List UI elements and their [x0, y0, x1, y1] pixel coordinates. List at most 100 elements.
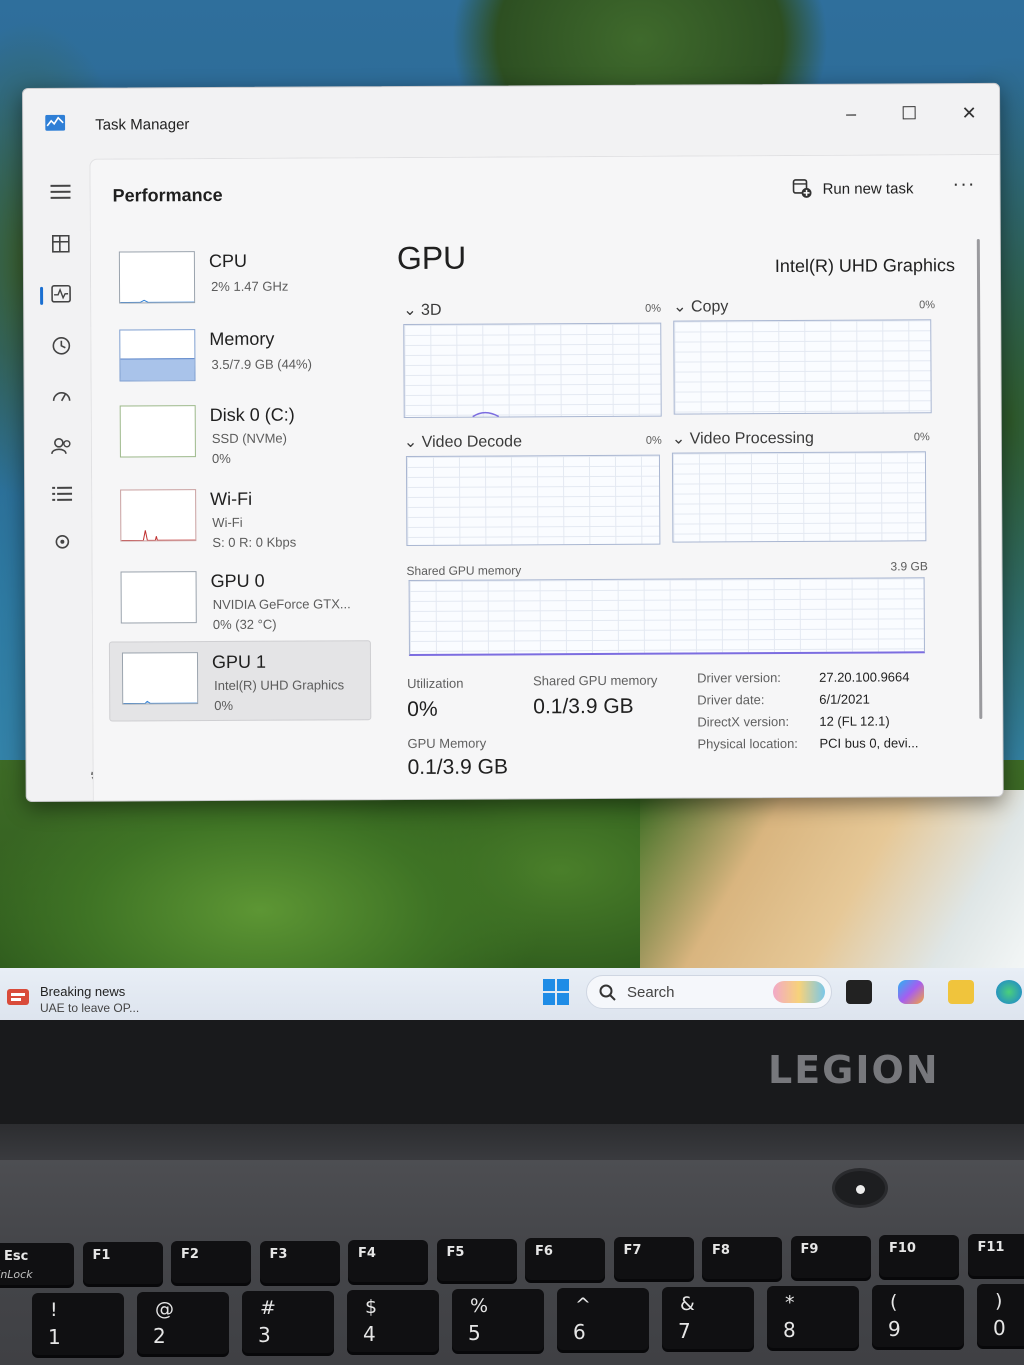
- key-5[interactable]: % 5: [452, 1289, 544, 1351]
- file-explorer-icon[interactable]: [948, 980, 974, 1004]
- memory-usage-fill: [120, 358, 195, 381]
- resource-name: Wi-Fi: [210, 488, 253, 510]
- resource-detail: 2% 1.47 GHz: [211, 278, 289, 295]
- resource-detail: Wi-Fi: [212, 514, 243, 531]
- gpu1-thumbnail-graph: [121, 652, 199, 705]
- key-f1[interactable]: F1: [82, 1242, 163, 1285]
- graph-copy: [673, 319, 932, 415]
- engine-selector-copy[interactable]: ⌄ Copy: [673, 296, 728, 316]
- memory-thumbnail-graph: [119, 329, 196, 382]
- resource-item-gpu1[interactable]: GPU 1 Intel(R) UHD Graphics 0%: [108, 640, 372, 722]
- details-icon[interactable]: [47, 479, 77, 509]
- history-icon[interactable]: [46, 331, 76, 361]
- key-esc[interactable]: Esc FnLock: [0, 1243, 74, 1285]
- engine-selector-3d[interactable]: ⌄ 3D: [403, 300, 441, 320]
- key-6[interactable]: ^ 6: [557, 1288, 649, 1350]
- close-button[interactable]: ✕: [949, 98, 989, 128]
- key-f6[interactable]: F6: [525, 1238, 605, 1281]
- key-f3[interactable]: F3: [259, 1240, 340, 1283]
- resource-item-memory[interactable]: Memory 3.5/7.9 GB (44%): [107, 318, 369, 399]
- key-label: 6: [573, 1320, 586, 1344]
- key-2[interactable]: @2: [137, 1292, 229, 1354]
- engine-percent: 0%: [913, 431, 930, 444]
- key-label: 9: [888, 1317, 901, 1341]
- services-icon[interactable]: [47, 527, 77, 557]
- key-label: F11: [977, 1240, 1005, 1256]
- key-f7[interactable]: F7: [613, 1237, 694, 1280]
- key-f5[interactable]: F5: [436, 1239, 517, 1281]
- gpu-info-table: Driver version: 27.20.100.9664 Driver da…: [697, 669, 937, 760]
- maximize-button[interactable]: ☐: [889, 98, 929, 128]
- key-3[interactable]: #3: [242, 1291, 334, 1353]
- resource-name: Memory: [209, 328, 275, 350]
- shared-memory-graph-max: 3.9 GB: [890, 559, 928, 574]
- graph-shared-gpu-memory: [408, 577, 925, 656]
- key-shift-label: ^: [575, 1294, 591, 1316]
- key-0[interactable]: ) 0: [977, 1284, 1024, 1346]
- task-manager-window: Task Manager – ☐ ✕ Performance Run new t…: [22, 82, 1004, 802]
- info-key: DirectX version:: [697, 713, 790, 730]
- key-shift-label: @: [155, 1298, 174, 1320]
- shared-memory-graph-label: Shared GPU memory: [406, 563, 522, 578]
- resource-item-wifi[interactable]: Wi-Fi Wi-Fi S: 0 R: 0 Kbps: [108, 478, 370, 559]
- taskbar-search[interactable]: Search: [586, 975, 832, 1009]
- processes-icon[interactable]: [46, 229, 76, 259]
- hamburger-icon[interactable]: [45, 177, 75, 207]
- key-shift-label: #: [260, 1297, 276, 1319]
- resource-name: GPU 0: [210, 570, 265, 592]
- title-bar[interactable]: Task Manager – ☐ ✕: [23, 84, 999, 159]
- engine-label: Video Decode: [421, 433, 522, 451]
- laptop-brand-logo: LEGION: [768, 1048, 940, 1092]
- key-1[interactable]: ! 1: [32, 1293, 124, 1355]
- key-shift-label: %: [470, 1295, 489, 1317]
- key-f8[interactable]: F8: [702, 1236, 782, 1279]
- start-button[interactable]: [542, 978, 570, 1006]
- utilization-label: Utilization: [407, 675, 464, 691]
- engine-selector-video-processing[interactable]: ⌄ Video Processing: [672, 428, 814, 449]
- startup-icon[interactable]: [47, 381, 77, 411]
- gpu-detail-pane: GPU Intel(R) UHD Graphics ⌄ 3D 0% ⌄ Copy…: [395, 225, 998, 788]
- key-7[interactable]: & 7: [662, 1287, 754, 1349]
- key-f2[interactable]: F2: [171, 1241, 251, 1284]
- resource-usage: 0%: [211, 450, 231, 467]
- resource-item-disk[interactable]: Disk 0 (C:) SSD (NVMe) 0%: [108, 394, 370, 475]
- key-f9[interactable]: F9: [790, 1235, 871, 1278]
- key-label: Esc: [4, 1249, 29, 1264]
- search-placeholder: Search: [627, 984, 675, 1001]
- key-8[interactable]: * 8: [767, 1286, 859, 1348]
- performance-icon[interactable]: [46, 279, 76, 309]
- key-9[interactable]: (9: [872, 1285, 964, 1347]
- cpu-thumbnail-graph: [118, 251, 196, 304]
- resource-item-gpu0[interactable]: GPU 0 NVIDIA GeForce GTX... 0% (32 °C): [108, 560, 370, 641]
- key-f4[interactable]: F4: [348, 1239, 428, 1282]
- power-button[interactable]: [832, 1168, 888, 1208]
- resource-item-cpu[interactable]: CPU 2% 1.47 GHz: [107, 240, 369, 321]
- resource-list: CPU 2% 1.47 GHz Memory 3.5/7.9 GB (44%) …: [97, 226, 390, 728]
- key-label: 0: [993, 1316, 1006, 1340]
- key-f11[interactable]: F11: [967, 1234, 1024, 1277]
- task-view-icon[interactable]: [846, 980, 872, 1004]
- more-options-button[interactable]: ···: [952, 173, 975, 196]
- info-value: 12 (FL 12.1): [819, 713, 890, 729]
- users-icon[interactable]: [47, 431, 77, 461]
- key-4[interactable]: $4: [347, 1290, 439, 1352]
- info-key: Driver version:: [697, 670, 781, 686]
- run-new-task-button[interactable]: Run new task: [792, 173, 913, 204]
- edge-icon[interactable]: [996, 980, 1022, 1004]
- gpu0-thumbnail-graph: [120, 571, 197, 624]
- minimize-button[interactable]: –: [831, 99, 871, 129]
- engine-selector-video-decode[interactable]: ⌄ Video Decode: [404, 431, 522, 452]
- news-widget[interactable]: Breaking news UAE to leave OP...: [6, 982, 206, 1018]
- key-shift-label: *: [785, 1292, 795, 1314]
- resource-detail: NVIDIA GeForce GTX...: [212, 596, 351, 613]
- news-title: Breaking news: [40, 984, 126, 999]
- copilot-icon[interactable]: [898, 980, 924, 1004]
- graph-video-decode: [405, 454, 661, 546]
- laptop-hinge: [0, 1124, 1024, 1164]
- key-f10[interactable]: F10: [879, 1235, 959, 1277]
- info-value: 27.20.100.9664: [819, 669, 910, 685]
- key-label: F4: [358, 1245, 376, 1261]
- engine-label: 3D: [420, 301, 442, 319]
- info-value: PCI bus 0, devi...: [819, 735, 919, 751]
- engine-percent: 0%: [645, 434, 662, 447]
